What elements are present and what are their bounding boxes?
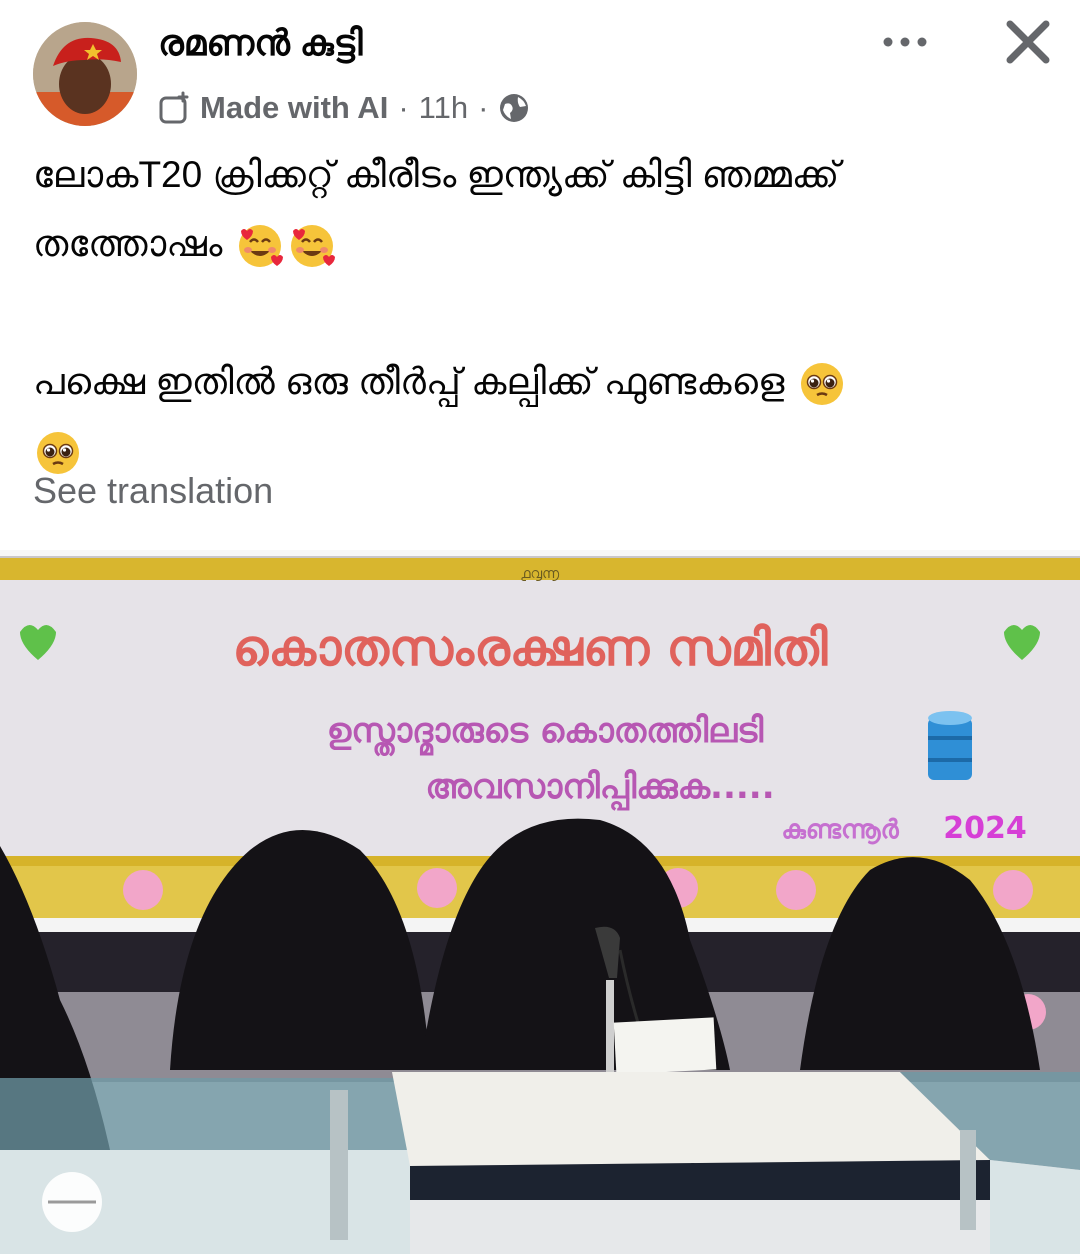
post-line-text: തത്തോഷം [33,223,223,264]
ai-edit-icon [159,91,189,124]
glass-table-left [0,1078,410,1150]
banner-top-text: ൧൮൬ [521,566,559,582]
pleading-face-emoji [800,363,843,406]
more-options-button[interactable] [878,22,934,62]
banner-title: കൊതസംരക്ഷണ സമിതി [233,619,828,677]
separator: · [398,90,409,125]
post-text: ലോകT20 ക്രിക്കറ്റ് കീരീടം ഇന്ത്യക്ക് കിട… [33,140,1043,485]
post-image[interactable]: ൧൮൬ കൊതസംരക്ഷണ സമിതി ഉസ്താദ്മാരുടെ കൊതത്… [0,550,1080,1255]
banner-line-2: അവസാനിപ്പിക്കുക..... [425,767,774,811]
table-front [410,1200,990,1254]
table-leg [330,1090,348,1240]
banner-place: കുണ്ടന്നൂർ [781,815,899,845]
smiling-face-with-hearts-emoji [238,225,283,268]
table-edge [410,1160,990,1200]
separator: · [478,90,489,125]
post-line: തത്തോഷം [33,209,1043,278]
smiling-face-with-hearts-emoji [290,225,335,268]
photo: ൧൮൬ കൊതസംരക്ഷണ സമിതി ഉസ്താദ്മാരുടെ കൊതത്… [0,550,1080,1255]
banner-line-1: ഉസ്താദ്മാരുടെ കൊതത്തിലടി [327,711,764,756]
more-horizontal-icon [883,37,927,47]
post-meta: Made with AI · 11h · [158,86,530,130]
globe-icon [500,94,529,122]
post-header: രമണൻ കുട്ടി Made with AI · 11h · [0,0,1080,140]
ai-label[interactable]: Made with AI [200,90,388,126]
table-leg [960,1130,976,1230]
barrel-icon [928,711,972,780]
see-translation-link[interactable]: See translation [33,470,273,512]
watermark-logo [42,1172,102,1232]
post-line: ലോകT20 ക്രിക്കറ്റ് കീരീടം ഇന്ത്യക്ക് കിട… [33,154,840,195]
author-name[interactable]: രമണൻ കുട്ടി [158,22,363,65]
post-line-text: പക്ഷെ ഇതിൽ ഒരു തീർപ്പ് കല്പിക്ക് ഫുണ്ടകള… [33,361,785,402]
post-line: പക്ഷെ ഇതിൽ ഒരു തീർപ്പ് കല്പിക്ക് ഫുണ്ടകള… [33,347,1043,416]
avatar-image [33,22,137,126]
table-front-right [990,1160,1080,1254]
close-icon [1006,20,1050,64]
paper-sheet [613,1017,717,1075]
banner-year: 2024 [943,811,1027,846]
timestamp[interactable]: 11h [419,90,468,126]
avatar[interactable] [33,22,137,126]
white-table [392,1072,990,1166]
close-button[interactable] [1000,14,1056,70]
